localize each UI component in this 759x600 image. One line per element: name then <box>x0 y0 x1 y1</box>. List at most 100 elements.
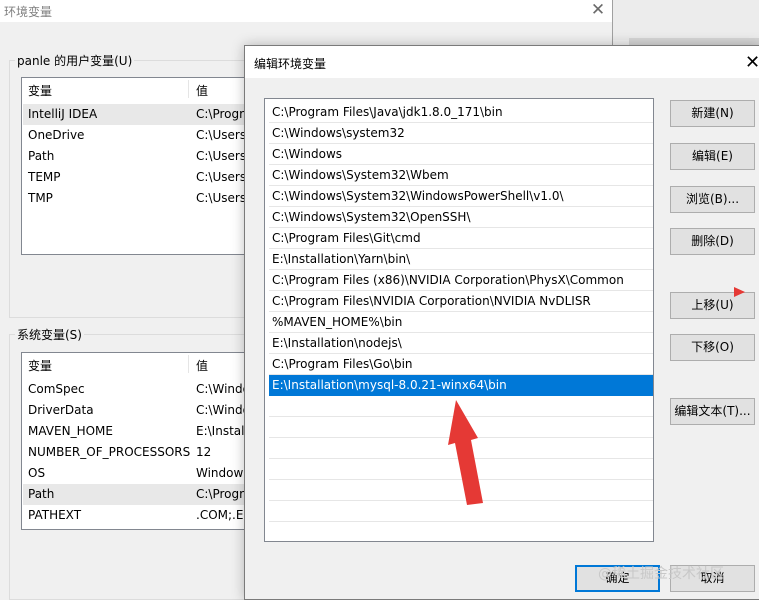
edit-environment-variable-dialog: 编辑环境变量 ✕ C:\Program Files\Java\jdk1.8.0_… <box>244 45 759 600</box>
variable-value: C:\Users <box>196 191 247 205</box>
user-variables-label: panle 的用户变量(U) <box>15 52 135 69</box>
empty-row <box>269 417 653 438</box>
move-down-button[interactable]: 下移(O) <box>670 334 755 361</box>
path-text: C:\Program Files (x86)\NVIDIA Corporatio… <box>272 273 624 287</box>
variable-name: NUMBER_OF_PROCESSORS <box>28 445 191 459</box>
edit-text-button[interactable]: 编辑文本(T)... <box>670 398 755 425</box>
path-item-selected[interactable]: E:\Installation\mysql-8.0.21-winx64\bin <box>269 375 653 396</box>
list-item[interactable]: OneDrive C:\Users <box>23 125 252 146</box>
path-item[interactable]: E:\Installation\Yarn\bin\ <box>269 249 653 270</box>
variable-value: E:\Install <box>196 424 248 438</box>
list-item[interactable]: Path C:\Progr <box>23 484 252 505</box>
path-text: %MAVEN_HOME%\bin <box>272 315 403 329</box>
system-variables-list[interactable]: 变量 值 ComSpec C:\Windo DriverData C:\Wind… <box>21 352 253 530</box>
path-text: C:\Program Files\Go\bin <box>272 357 413 371</box>
path-text: C:\Windows\System32\OpenSSH\ <box>272 210 471 224</box>
path-text: C:\Windows\System32\WindowsPowerShell\v1… <box>272 189 564 203</box>
variable-name: ComSpec <box>28 382 85 396</box>
list-header: 变量 值 <box>22 78 252 100</box>
path-item[interactable]: C:\Program Files\Java\jdk1.8.0_171\bin <box>269 102 653 123</box>
path-item[interactable]: C:\Program Files\Go\bin <box>269 354 653 375</box>
variable-value: .COM;.E <box>196 508 244 522</box>
variable-name: TEMP <box>28 170 61 184</box>
browse-button[interactable]: 浏览(B)... <box>670 186 755 213</box>
column-header-value[interactable]: 值 <box>196 82 208 99</box>
list-header: 变量 值 <box>22 353 252 375</box>
path-text: E:\Installation\Yarn\bin\ <box>272 252 411 266</box>
variable-name: IntelliJ IDEA <box>28 107 98 121</box>
title-bar: 环境变量 ✕ <box>0 0 612 22</box>
path-item[interactable]: C:\Program Files\Git\cmd <box>269 228 653 249</box>
dialog-title: 编辑环境变量 <box>254 57 327 71</box>
column-header-variable[interactable]: 变量 <box>28 357 52 374</box>
path-text: C:\Windows\System32\Wbem <box>272 168 449 182</box>
list-item[interactable]: OS Window <box>23 463 252 484</box>
path-item[interactable]: C:\Windows <box>269 144 653 165</box>
column-header-value[interactable]: 值 <box>196 357 208 374</box>
variable-name: OS <box>28 466 46 480</box>
window-title: 环境变量 <box>4 5 53 19</box>
variable-value: Window <box>196 466 244 480</box>
user-variables-list[interactable]: 变量 值 IntelliJ IDEA C:\Progr OneDrive C:\… <box>21 77 253 255</box>
list-item[interactable]: TMP C:\Users <box>23 188 252 209</box>
empty-row <box>269 480 653 501</box>
variable-name: PATHEXT <box>28 508 82 522</box>
variable-name: MAVEN_HOME <box>28 424 113 438</box>
path-item[interactable]: C:\Windows\System32\Wbem <box>269 165 653 186</box>
variable-value: C:\Progr <box>196 107 245 121</box>
path-text: C:\Program Files\Java\jdk1.8.0_171\bin <box>272 105 503 119</box>
variable-name: Path <box>28 487 55 501</box>
path-item[interactable]: E:\Installation\nodejs\ <box>269 333 653 354</box>
list-item[interactable]: ComSpec C:\Windo <box>23 379 252 400</box>
list-item[interactable]: IntelliJ IDEA C:\Progr <box>23 104 252 125</box>
path-text: C:\Windows\system32 <box>272 126 405 140</box>
path-list[interactable]: C:\Program Files\Java\jdk1.8.0_171\bin C:… <box>264 98 654 542</box>
variable-value: C:\Users <box>196 170 247 184</box>
close-icon[interactable]: ✕ <box>745 52 759 73</box>
column-separator <box>188 355 189 373</box>
system-variables-label: 系统变量(S) <box>15 326 84 343</box>
empty-row <box>269 396 653 417</box>
variable-value: C:\Windo <box>196 403 250 417</box>
path-text: C:\Windows <box>272 147 343 161</box>
variable-name: OneDrive <box>28 128 85 142</box>
column-header-variable[interactable]: 变量 <box>28 82 52 99</box>
close-icon[interactable]: ✕ <box>587 0 609 20</box>
red-pointer-icon <box>734 287 745 297</box>
list-item[interactable]: TEMP C:\Users <box>23 167 252 188</box>
list-item[interactable]: Path C:\Users <box>23 146 252 167</box>
watermark: @稀土掘金技术社区 <box>598 566 724 582</box>
empty-row <box>269 501 653 522</box>
variable-value: C:\Progr <box>196 487 245 501</box>
variable-value: C:\Windo <box>196 382 250 396</box>
path-text: C:\Program Files\Git\cmd <box>272 231 421 245</box>
path-item[interactable]: C:\Program Files\NVIDIA Corporation\NVID… <box>269 291 653 312</box>
path-text: C:\Program Files\NVIDIA Corporation\NVID… <box>272 294 591 308</box>
path-item[interactable]: C:\Windows\System32\OpenSSH\ <box>269 207 653 228</box>
list-item[interactable]: PATHEXT .COM;.E <box>23 505 252 526</box>
path-item[interactable]: C:\Windows\System32\WindowsPowerShell\v1… <box>269 186 653 207</box>
delete-button[interactable]: 删除(D) <box>670 228 755 255</box>
background-explorer-window <box>613 0 759 48</box>
variable-value: 12 <box>196 445 212 459</box>
path-text: E:\Installation\mysql-8.0.21-winx64\bin <box>272 378 507 392</box>
path-item[interactable]: C:\Windows\system32 <box>269 123 653 144</box>
new-button[interactable]: 新建(N) <box>670 100 755 127</box>
path-text: E:\Installation\nodejs\ <box>272 336 402 350</box>
dialog-title-bar: 编辑环境变量 ✕ <box>245 46 759 78</box>
empty-row <box>269 438 653 459</box>
path-item[interactable]: C:\Program Files (x86)\NVIDIA Corporatio… <box>269 270 653 291</box>
edit-button[interactable]: 编辑(E) <box>670 143 755 170</box>
empty-row <box>269 459 653 480</box>
variable-name: DriverData <box>28 403 94 417</box>
list-item[interactable]: DriverData C:\Windo <box>23 400 252 421</box>
column-separator <box>188 80 189 98</box>
list-item[interactable]: NUMBER_OF_PROCESSORS 12 <box>23 442 252 463</box>
path-item[interactable]: %MAVEN_HOME%\bin <box>269 312 653 333</box>
variable-value: C:\Users <box>196 128 247 142</box>
list-item[interactable]: MAVEN_HOME E:\Install <box>23 421 252 442</box>
variable-name: Path <box>28 149 55 163</box>
variable-value: C:\Users <box>196 149 247 163</box>
empty-row <box>269 522 653 541</box>
variable-name: TMP <box>28 191 53 205</box>
